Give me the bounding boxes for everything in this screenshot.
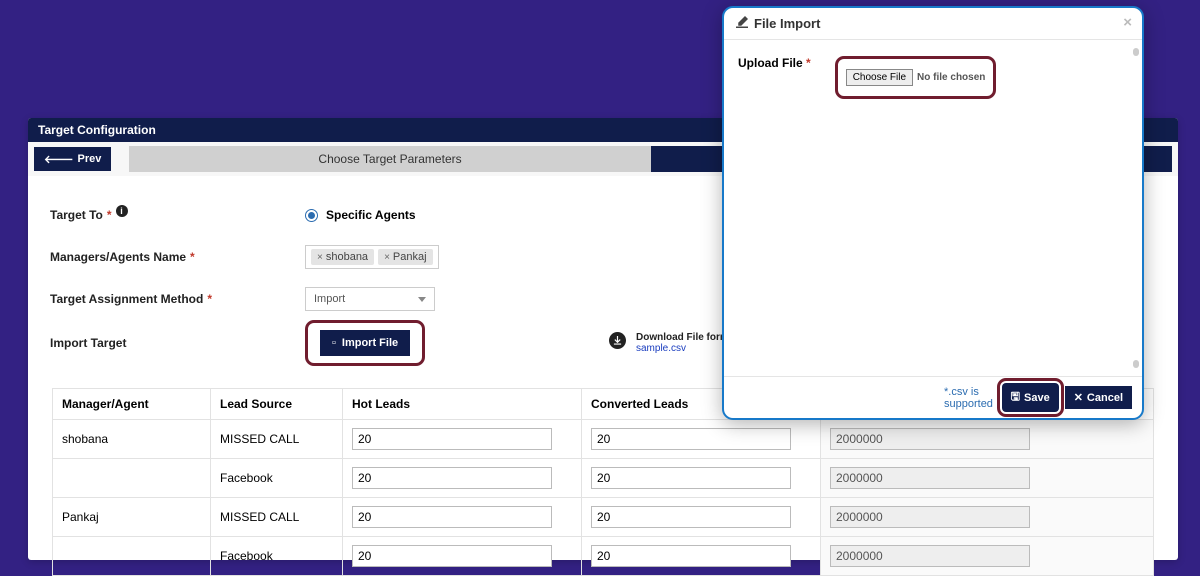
hot-leads-input[interactable]: [352, 428, 552, 450]
radio-icon: [305, 209, 318, 222]
col-source: Lead Source: [211, 389, 343, 419]
cell-source: Facebook: [211, 459, 343, 497]
cancel-label: Cancel: [1087, 392, 1123, 404]
cell-source: MISSED CALL: [211, 420, 343, 458]
cell-agent: Pankaj: [53, 498, 211, 536]
required-mark: *: [190, 250, 195, 264]
col-agent: Manager/Agent: [53, 389, 211, 419]
modal-header: File Import ×: [724, 8, 1142, 40]
import-highlight: ▫ Import File: [305, 320, 425, 366]
chip-shobana[interactable]: × shobana: [311, 249, 374, 265]
cell-source: Facebook: [211, 537, 343, 575]
table-row: Pankaj MISSED CALL: [53, 497, 1153, 536]
chip-pankaj[interactable]: × Pankaj: [378, 249, 432, 265]
radio-specific-agents[interactable]: Specific Agents: [305, 208, 416, 222]
revenue-input: [830, 506, 1030, 528]
method-select[interactable]: Import: [305, 287, 435, 311]
radio-label: Specific Agents: [326, 208, 416, 222]
agents-name-label: Managers/Agents Name *: [50, 250, 305, 264]
save-icon: 🖫: [1011, 388, 1020, 407]
cell-source: MISSED CALL: [211, 498, 343, 536]
edit-icon: [736, 16, 748, 31]
upload-row: Upload File * Choose File No file chosen: [738, 56, 1128, 99]
converted-leads-input[interactable]: [591, 467, 791, 489]
file-chosen-text: No file chosen: [917, 72, 985, 83]
file-import-modal: File Import × Upload File * Choose File …: [722, 6, 1144, 420]
chip-remove-icon[interactable]: ×: [317, 252, 323, 263]
download-icon[interactable]: [609, 332, 626, 349]
converted-leads-input[interactable]: [591, 506, 791, 528]
prev-label: Prev: [78, 153, 102, 165]
sample-csv-link[interactable]: sample.csv: [636, 343, 686, 354]
csv-hint: *.csv is supported: [944, 386, 996, 410]
import-file-button[interactable]: ▫ Import File: [320, 330, 410, 356]
table-row: Facebook: [53, 536, 1153, 575]
hot-leads-input[interactable]: [352, 467, 552, 489]
modal-title: File Import: [754, 16, 820, 31]
choose-file-button[interactable]: Choose File: [846, 69, 913, 86]
revenue-input: [830, 545, 1030, 567]
cell-agent: [53, 537, 211, 575]
arrow-left-icon: 🡐: [44, 152, 74, 166]
prev-button[interactable]: 🡐 Prev: [34, 147, 111, 171]
scroll-up-icon[interactable]: [1133, 48, 1139, 56]
required-mark: *: [207, 292, 212, 306]
close-icon[interactable]: ×: [1123, 14, 1132, 31]
converted-leads-input[interactable]: [591, 428, 791, 450]
cancel-button[interactable]: ✕ Cancel: [1065, 386, 1132, 409]
target-to-label: Target To * i: [50, 208, 305, 222]
converted-leads-input[interactable]: [591, 545, 791, 567]
method-select-value: Import: [314, 293, 345, 305]
chip-remove-icon[interactable]: ×: [384, 252, 390, 263]
file-input-highlight: Choose File No file chosen: [835, 56, 997, 99]
revenue-input: [830, 428, 1030, 450]
scroll-down-icon[interactable]: [1133, 360, 1139, 368]
hot-leads-input[interactable]: [352, 545, 552, 567]
info-icon[interactable]: i: [116, 205, 128, 217]
cell-agent: [53, 459, 211, 497]
required-mark: *: [806, 56, 811, 70]
import-label: Import Target: [50, 336, 305, 350]
chevron-down-icon: [418, 297, 426, 302]
method-label: Target Assignment Method *: [50, 292, 305, 306]
import-icon: ▫: [332, 337, 336, 349]
save-label: Save: [1024, 392, 1050, 404]
table-row: shobana MISSED CALL: [53, 419, 1153, 458]
revenue-input: [830, 467, 1030, 489]
agents-chip-input[interactable]: × shobana × Pankaj: [305, 245, 439, 269]
modal-footer: *.csv is supported 🖫 Save ✕ Cancel: [724, 376, 1142, 418]
table-row: Facebook: [53, 458, 1153, 497]
modal-body: Upload File * Choose File No file chosen: [724, 40, 1142, 376]
hot-leads-input[interactable]: [352, 506, 552, 528]
save-button[interactable]: 🖫 Save: [1002, 383, 1059, 412]
close-icon: ✕: [1074, 391, 1083, 404]
cell-agent: shobana: [53, 420, 211, 458]
col-hot: Hot Leads: [343, 389, 582, 419]
upload-label: Upload File *: [738, 56, 811, 70]
import-file-label: Import File: [342, 337, 398, 349]
tab-choose-parameters[interactable]: Choose Target Parameters: [129, 146, 650, 172]
required-mark: *: [107, 208, 112, 222]
